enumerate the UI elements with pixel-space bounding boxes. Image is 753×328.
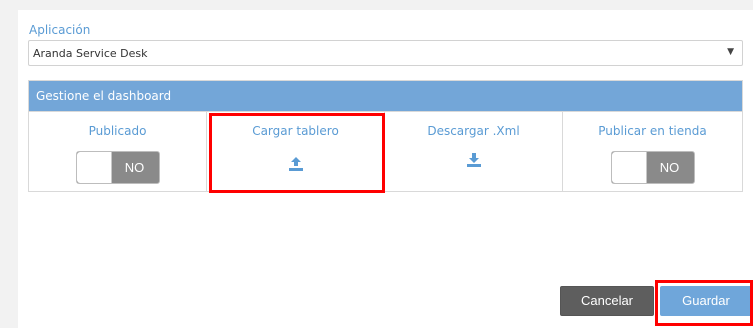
chevron-down-icon: ▼: [727, 47, 734, 57]
publicado-label: Publicado: [88, 124, 147, 138]
application-select[interactable]: Aranda Service Desk ▼: [28, 40, 743, 66]
toggle-state-text: NO: [659, 160, 680, 175]
section-header: Gestione el dashboard: [29, 81, 742, 112]
publicar-tienda-toggle[interactable]: NO: [610, 151, 695, 184]
toggle-knob: [611, 152, 647, 183]
publicar-tienda-label: Publicar en tienda: [598, 124, 707, 138]
dialog-panel: Aplicación Aranda Service Desk ▼ Gestion…: [18, 10, 753, 328]
column-publicar-tienda: Publicar en tienda NO: [563, 112, 742, 191]
highlight-box-cargar-tablero: [209, 113, 385, 193]
application-select-value: Aranda Service Desk: [33, 47, 148, 60]
download-icon[interactable]: [466, 152, 482, 168]
cancel-button[interactable]: Cancelar: [560, 286, 654, 316]
dashboard-section: Gestione el dashboard Publicado NO Carga…: [28, 80, 743, 192]
section-title: Gestione el dashboard: [36, 89, 172, 103]
toggle-state-text: NO: [124, 160, 145, 175]
column-descargar-xml: Descargar .Xml: [385, 112, 563, 191]
application-label: Aplicación: [29, 23, 91, 37]
highlight-box-guardar: [655, 280, 753, 326]
descargar-xml-label[interactable]: Descargar .Xml: [385, 124, 562, 138]
toggle-knob: [76, 152, 112, 183]
column-publicado: Publicado NO: [29, 112, 207, 191]
publicado-toggle[interactable]: NO: [75, 151, 160, 184]
